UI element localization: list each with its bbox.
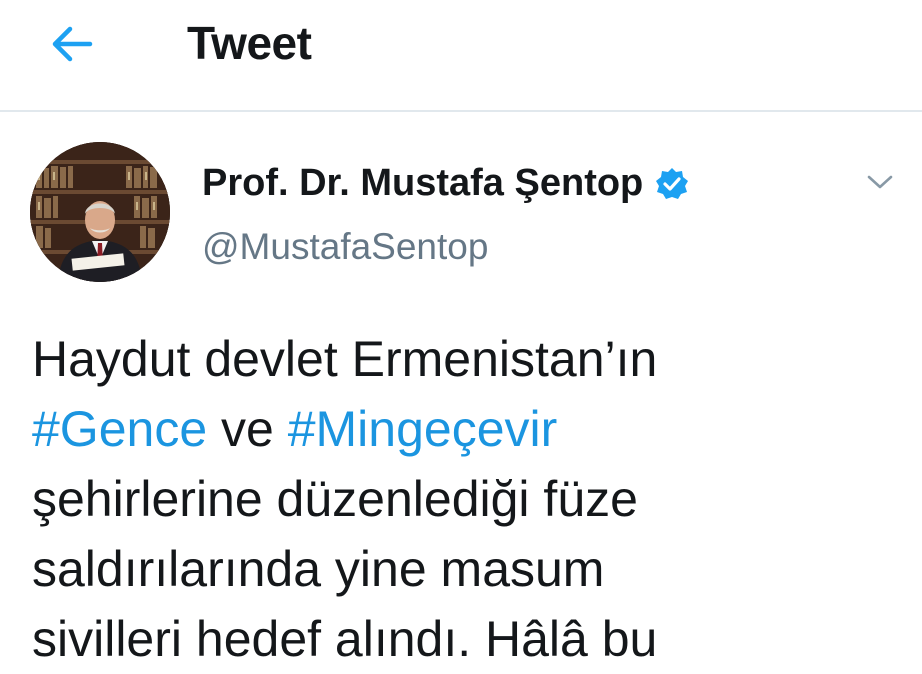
tweet-line: sivilleri hedef alındı. Hâlâ bu	[32, 611, 658, 667]
arrow-left-icon	[52, 26, 93, 62]
tweet-text: Haydut devlet Ermenistan’ın #Gence ve #M…	[32, 324, 902, 674]
tweet-text-fragment: ve	[207, 401, 288, 457]
hashtag-link[interactable]: #Mingeçevir	[288, 401, 558, 457]
more-options-button[interactable]	[860, 165, 900, 199]
author-name[interactable]: Prof. Dr. Mustafa Şentop	[202, 162, 689, 205]
tweet-line: şehirlerine düzenlediği füze	[32, 471, 638, 527]
chevron-down-icon	[867, 175, 893, 189]
profile-photo	[30, 142, 170, 282]
author-handle[interactable]: @MustafaSentop	[202, 226, 488, 268]
top-bar: Tweet	[0, 0, 922, 112]
avatar[interactable]	[30, 142, 170, 282]
verified-badge-icon	[655, 167, 689, 201]
author-name-text: Prof. Dr. Mustafa Şentop	[202, 162, 644, 204]
tweet-line: saldırılarında yine masum	[32, 541, 605, 597]
tweet-line: #Gence ve #Mingeçevir	[32, 394, 902, 464]
page-title: Tweet	[187, 17, 312, 69]
back-button[interactable]	[44, 22, 100, 66]
hashtag-link[interactable]: #Gence	[32, 401, 207, 457]
tweet-line: Haydut devlet Ermenistan’ın	[32, 331, 658, 387]
